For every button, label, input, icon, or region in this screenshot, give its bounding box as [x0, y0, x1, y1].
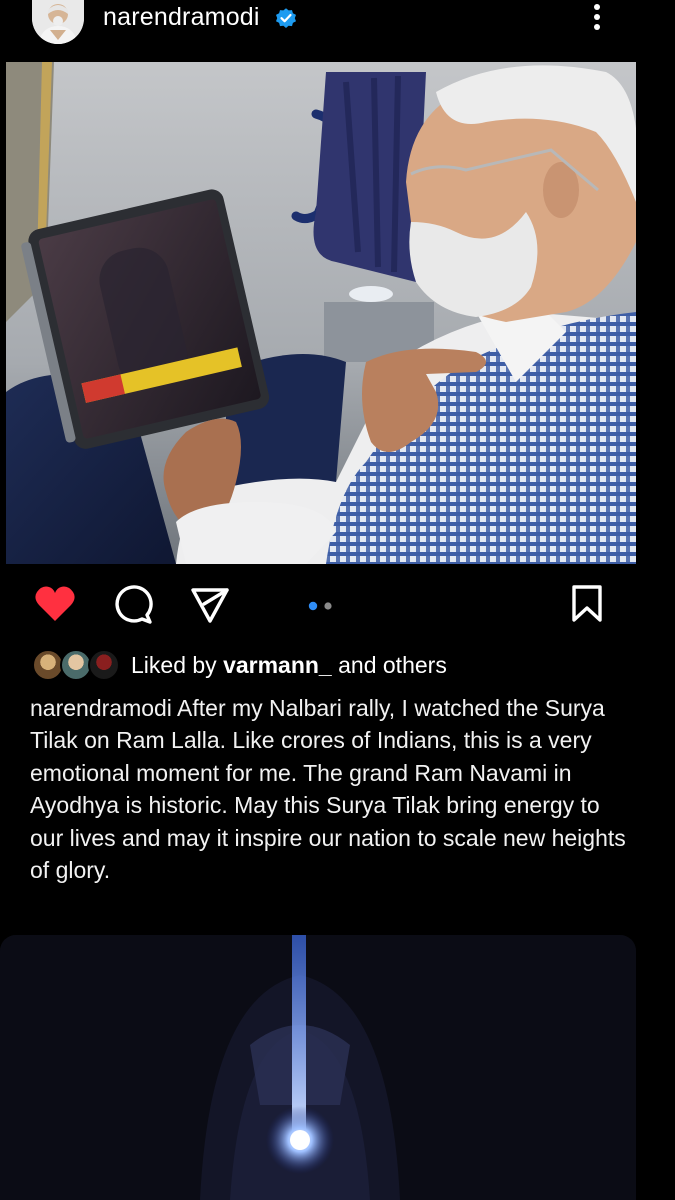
post-actions: [0, 580, 675, 628]
post-header: narendramodi: [0, 0, 675, 50]
avatar[interactable]: [32, 0, 84, 44]
post-caption: narendramodi After my Nalbari rally, I w…: [30, 692, 630, 886]
post-photo[interactable]: [6, 62, 636, 564]
instagram-post-screen: narendramodi Liked by varmann_ and other…: [0, 0, 675, 1200]
caption-username[interactable]: narendramodi: [30, 695, 172, 721]
heart-icon[interactable]: [34, 584, 76, 624]
bookmark-icon[interactable]: [570, 584, 604, 624]
more-options-icon[interactable]: [584, 2, 610, 32]
caption-text: After my Nalbari rally, I watched the Su…: [30, 695, 626, 884]
comment-icon[interactable]: [112, 585, 154, 625]
liked-by-row[interactable]: Liked by varmann_ and others: [32, 645, 652, 685]
next-post-photo[interactable]: [0, 935, 636, 1200]
liked-by-user[interactable]: varmann_: [223, 652, 332, 678]
avatar: [88, 649, 120, 681]
verified-badge-icon: [276, 8, 296, 28]
liker-avatars: [32, 649, 124, 681]
header-username[interactable]: narendramodi: [103, 0, 260, 34]
carousel-indicator: [308, 598, 336, 611]
share-icon[interactable]: [190, 586, 230, 624]
liked-by-text: Liked by varmann_ and others: [131, 652, 447, 678]
